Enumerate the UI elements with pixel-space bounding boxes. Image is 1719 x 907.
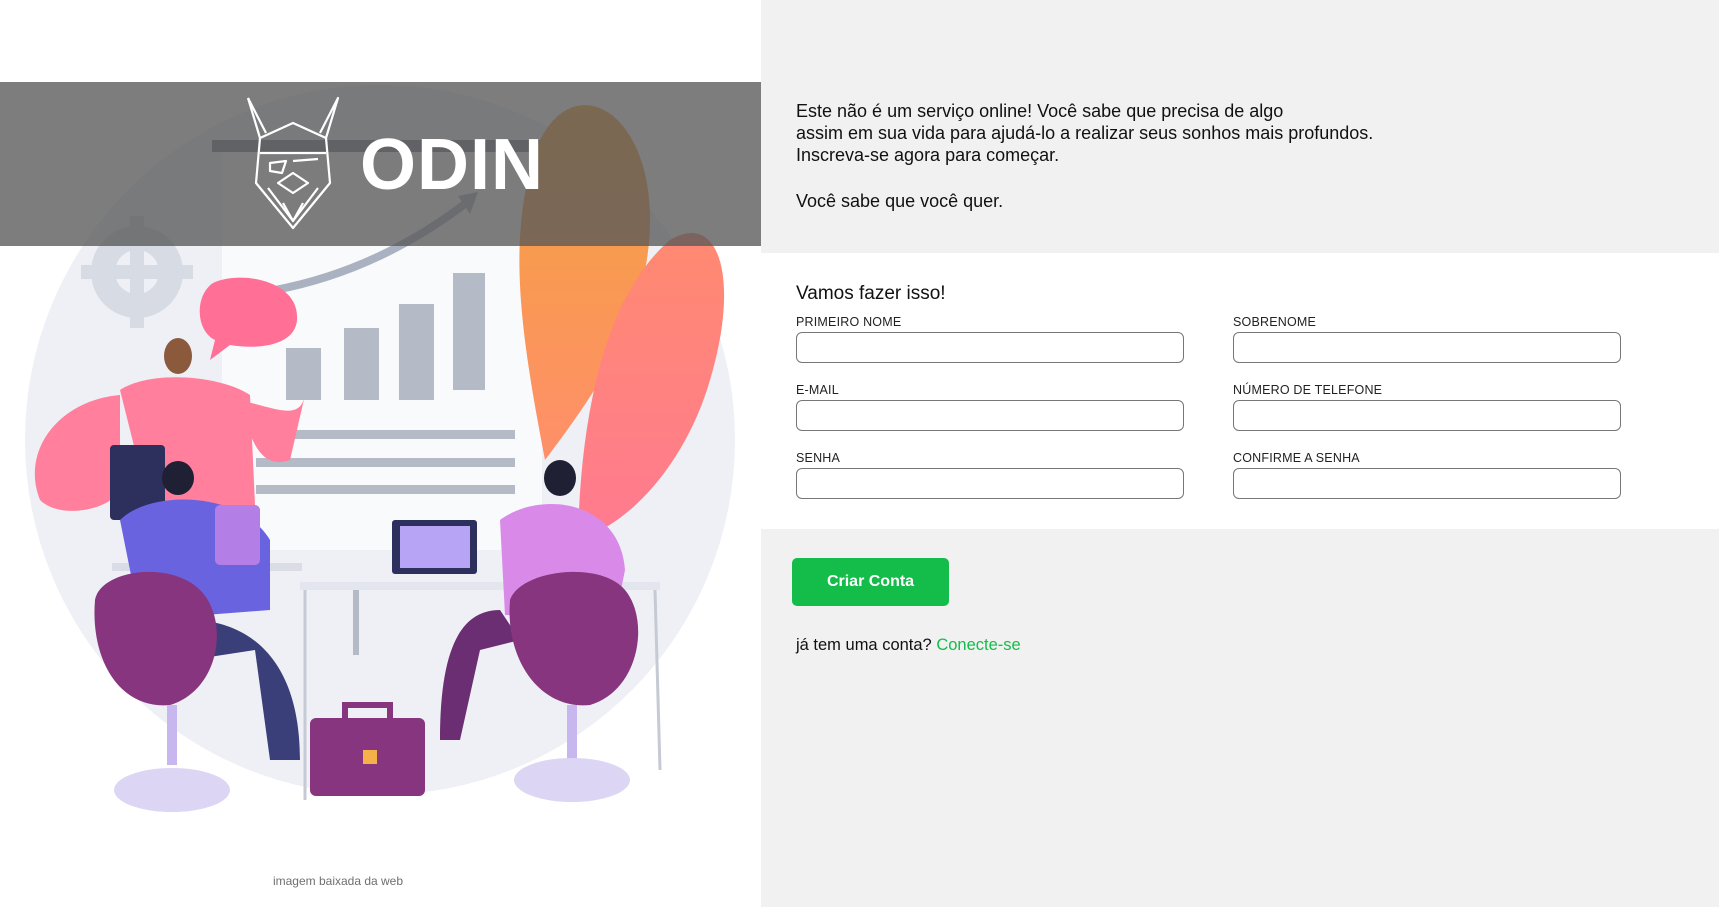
intro-line: Este não é um serviço online! Você sabe … xyxy=(796,101,1284,121)
login-link[interactable]: Conecte-se xyxy=(936,636,1020,654)
left-panel: ODIN imagem baixada da web xyxy=(0,0,761,907)
odin-helmet-icon xyxy=(246,96,340,230)
confirm-password-group: CONFIRME A SENHA xyxy=(1233,451,1623,499)
form-title: Vamos fazer isso! xyxy=(796,283,946,304)
last-name-input[interactable] xyxy=(1233,332,1621,363)
right-panel: Este não é um serviço online! Você sabe … xyxy=(761,0,1719,907)
password-input[interactable] xyxy=(796,468,1184,499)
create-account-button[interactable]: Criar Conta xyxy=(792,558,949,606)
intro-line: Inscreva-se agora para começar. xyxy=(796,145,1060,165)
password-group: SENHA xyxy=(796,451,1186,499)
phone-group: NÚMERO DE TELEFONE xyxy=(1233,383,1623,431)
first-name-input[interactable] xyxy=(796,332,1184,363)
intro-line: assim em sua vida para ajudá-lo a realiz… xyxy=(796,123,1374,143)
phone-label: NÚMERO DE TELEFONE xyxy=(1233,383,1383,397)
confirm-password-input[interactable] xyxy=(1233,468,1621,499)
image-credit: imagem baixada da web xyxy=(272,874,404,888)
confirm-password-label: CONFIRME A SENHA xyxy=(1233,451,1360,465)
login-prompt: já tem uma conta? Conecte-se xyxy=(796,636,1021,655)
phone-input[interactable] xyxy=(1233,400,1621,431)
login-prompt-text: já tem uma conta? xyxy=(796,636,932,654)
email-input[interactable] xyxy=(796,400,1184,431)
last-name-label: SOBRENOME xyxy=(1233,315,1317,329)
intro-text: Este não é um serviço online! Você sabe … xyxy=(796,100,1656,212)
first-name-label: PRIMEIRO NOME xyxy=(796,315,902,329)
signup-form: Vamos fazer isso! PRIMEIRO NOME SOBRENOM… xyxy=(761,253,1719,529)
email-group: E-MAIL xyxy=(796,383,1186,431)
first-name-group: PRIMEIRO NOME xyxy=(796,315,1186,363)
email-label: E-MAIL xyxy=(796,383,839,397)
last-name-group: SOBRENOME xyxy=(1233,315,1623,363)
brand-name: ODIN xyxy=(360,125,544,205)
password-label: SENHA xyxy=(796,451,841,465)
intro-tagline: Você sabe que você quer. xyxy=(796,191,1004,211)
